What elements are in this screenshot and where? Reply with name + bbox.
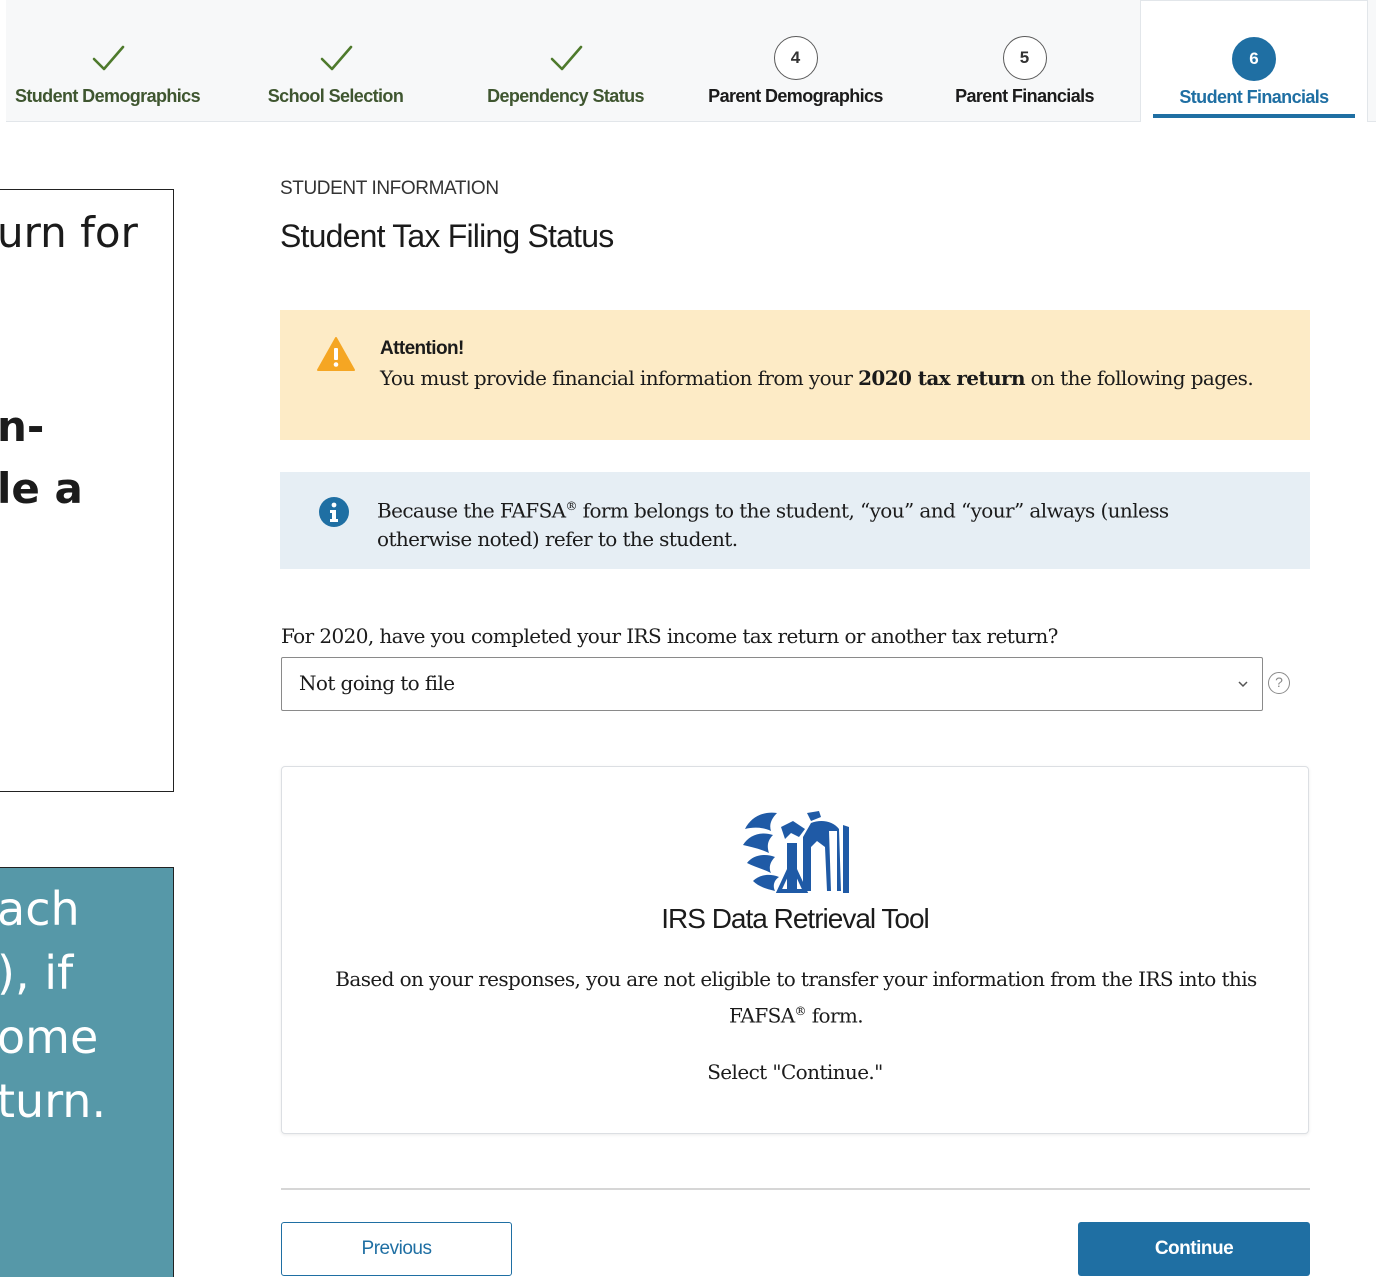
registered-mark: ® — [794, 1004, 807, 1018]
info-message: Because the FAFSA® form belongs to the s… — [377, 492, 1257, 553]
step-parent-financials[interactable]: 5 Parent Financials — [923, 0, 1126, 122]
overlay-line: le a — [0, 464, 83, 513]
overlay-text-box: urn for n- le a — [0, 189, 174, 792]
active-step-underline — [1153, 114, 1355, 118]
overlay-line: ome — [0, 1010, 99, 1064]
step-number: 4 — [773, 36, 818, 80]
step-student-demographics[interactable]: Student Demographics — [6, 0, 209, 122]
help-icon[interactable]: ? — [1268, 672, 1290, 694]
overlay-line: n- — [0, 402, 45, 451]
attention-alert: Attention! You must provide financial in… — [280, 310, 1310, 440]
step-label: Parent Financials — [955, 86, 1094, 106]
overlay-line: urn for — [0, 208, 138, 257]
step-label: Student Demographics — [14, 86, 201, 106]
step-school-selection[interactable]: School Selection — [234, 0, 437, 122]
footer-divider — [281, 1188, 1310, 1190]
drt-title: IRS Data Retrieval Tool — [661, 903, 930, 934]
tax-return-question-label: For 2020, have you completed your IRS in… — [281, 624, 1058, 648]
registered-mark: ® — [565, 499, 578, 513]
alert-bold-text: 2020 tax return — [858, 366, 1025, 390]
step-label: School Selection — [267, 86, 404, 106]
section-eyebrow: STUDENT INFORMATION — [280, 178, 499, 199]
page-title: Student Tax Filing Status — [280, 218, 614, 254]
warning-triangle-icon — [317, 337, 355, 371]
overlay-line: ach — [0, 882, 80, 936]
progress-stepper: Student Demographics School Selection De… — [6, 0, 1376, 122]
step-label: Parent Demographics — [708, 86, 883, 106]
overlay-line: turn. — [0, 1074, 107, 1128]
continue-button[interactable]: Continue — [1078, 1222, 1310, 1276]
step-label: Student Financials — [1179, 87, 1329, 107]
chevron-down-icon — [1238, 681, 1248, 688]
checkmark-icon — [92, 45, 124, 71]
alert-heading: Attention! — [380, 338, 464, 359]
drt-text: Based on your responses, you are not eli… — [335, 967, 1257, 1028]
step-student-financials[interactable]: 6 Student Financials — [1140, 0, 1368, 122]
info-text: Because the FAFSA — [377, 498, 566, 523]
previous-button[interactable]: Previous — [281, 1222, 512, 1276]
checkmark-icon — [550, 45, 582, 71]
drt-instruction: Select "Continue." — [707, 1060, 883, 1084]
step-label: Dependency Status — [487, 86, 644, 106]
alert-message: You must provide financial information f… — [380, 364, 1280, 392]
info-alert: Because the FAFSA® form belongs to the s… — [280, 472, 1310, 569]
tax-return-status-select[interactable]: Not going to file — [281, 657, 1263, 711]
step-parent-demographics[interactable]: 4 Parent Demographics — [694, 0, 897, 122]
alert-text: on the following pages. — [1024, 366, 1254, 390]
step-dependency-status[interactable]: Dependency Status — [464, 0, 667, 122]
info-circle-icon — [319, 497, 349, 527]
alert-text: You must provide financial information f… — [380, 366, 859, 390]
selected-value: Not going to file — [299, 671, 455, 695]
step-number: 6 — [1232, 37, 1276, 81]
irs-data-retrieval-panel: IRS Data Retrieval Tool Based on your re… — [281, 766, 1309, 1134]
drt-text: form. — [805, 1003, 864, 1028]
irs-eagle-logo — [743, 811, 849, 893]
overlay-line: ), if — [0, 946, 74, 1000]
drt-message: Based on your responses, you are not eli… — [322, 963, 1270, 1032]
checkmark-icon — [320, 45, 352, 71]
overlay-callout-box: ach ), if ome turn. — [0, 867, 174, 1277]
step-number: 5 — [1002, 36, 1047, 80]
